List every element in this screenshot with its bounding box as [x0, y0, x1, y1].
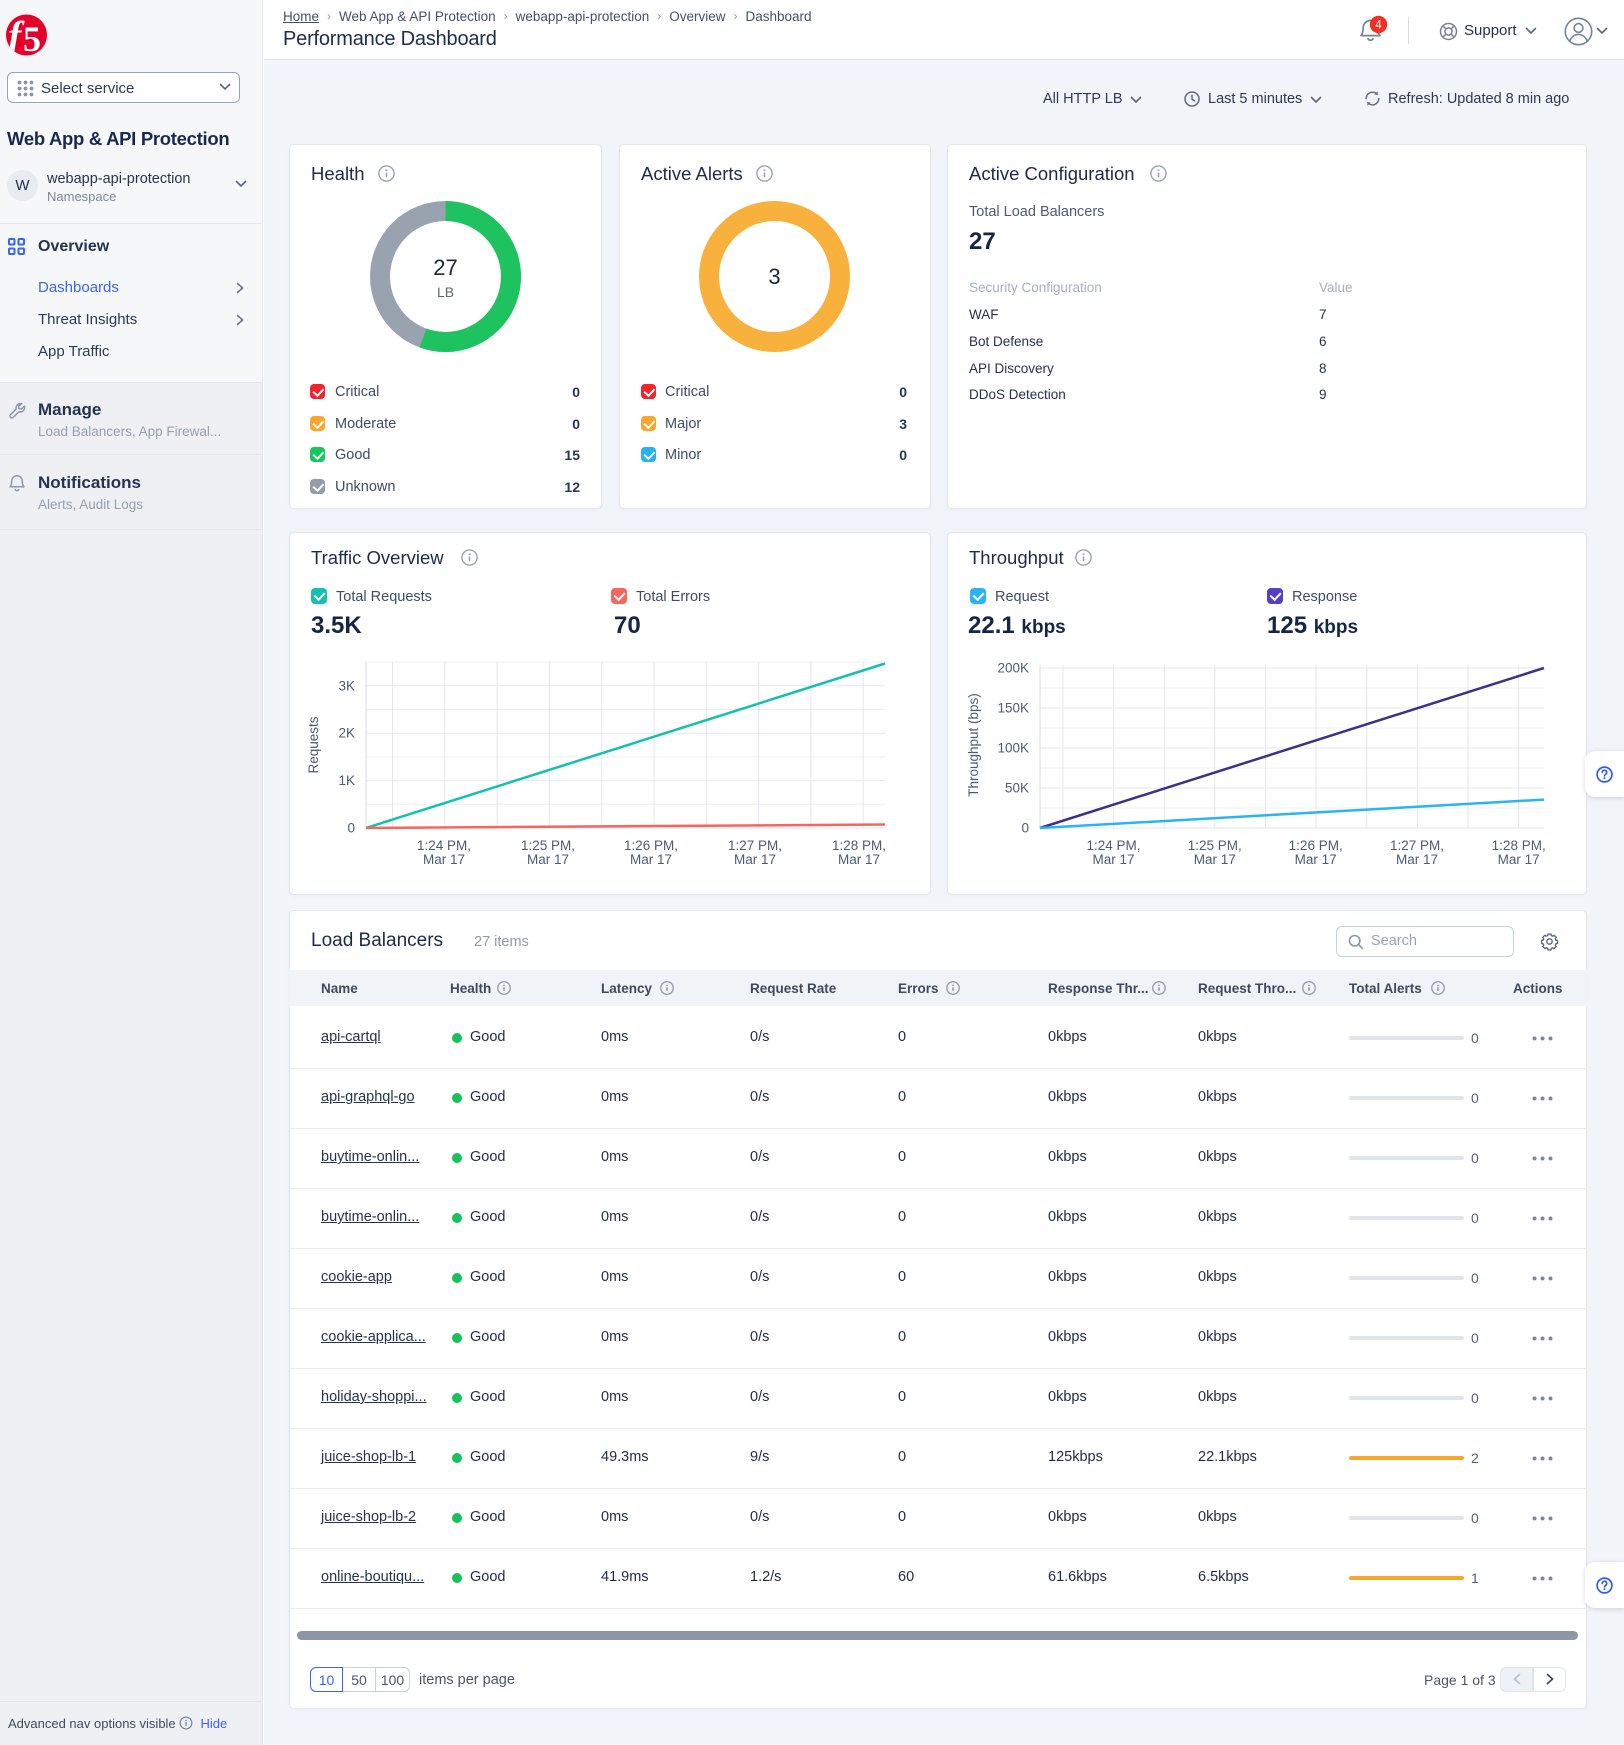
svg-text:100K: 100K	[997, 741, 1029, 756]
svg-text:2K: 2K	[338, 726, 355, 741]
svg-text:1:25 PM,: 1:25 PM,	[521, 838, 575, 853]
svg-text:0: 0	[1021, 821, 1029, 836]
svg-text:150K: 150K	[997, 701, 1029, 716]
svg-text:1:27 PM,: 1:27 PM,	[728, 838, 782, 853]
svg-text:Mar 17: Mar 17	[630, 852, 672, 867]
svg-text:Mar 17: Mar 17	[734, 852, 776, 867]
svg-text:1:26 PM,: 1:26 PM,	[624, 838, 678, 853]
svg-text:50K: 50K	[1005, 781, 1029, 796]
svg-text:1K: 1K	[338, 773, 355, 788]
svg-text:Mar 17: Mar 17	[527, 852, 569, 867]
svg-text:200K: 200K	[997, 661, 1029, 676]
svg-text:Mar 17: Mar 17	[1396, 852, 1438, 867]
svg-text:1:28 PM,: 1:28 PM,	[1492, 838, 1546, 853]
svg-text:1:25 PM,: 1:25 PM,	[1188, 838, 1242, 853]
svg-text:1:24 PM,: 1:24 PM,	[417, 838, 471, 853]
svg-text:Mar 17: Mar 17	[423, 852, 465, 867]
svg-text:Mar 17: Mar 17	[838, 852, 880, 867]
svg-text:Requests: Requests	[306, 716, 321, 773]
svg-text:3: 3	[768, 264, 780, 289]
svg-text:1:27 PM,: 1:27 PM,	[1390, 838, 1444, 853]
svg-text:Mar 17: Mar 17	[1092, 852, 1134, 867]
svg-text:Mar 17: Mar 17	[1295, 852, 1337, 867]
svg-text:5: 5	[23, 19, 41, 59]
svg-text:Mar 17: Mar 17	[1498, 852, 1540, 867]
svg-text:0: 0	[347, 821, 355, 836]
svg-text:27: 27	[433, 255, 457, 280]
svg-text:1:26 PM,: 1:26 PM,	[1289, 838, 1343, 853]
svg-text:4: 4	[1375, 20, 1382, 32]
svg-text:1:28 PM,: 1:28 PM,	[832, 838, 886, 853]
svg-text:LB: LB	[437, 284, 454, 300]
svg-text:Throughput (bps): Throughput (bps)	[966, 693, 981, 797]
svg-text:3K: 3K	[338, 678, 355, 693]
svg-text:Mar 17: Mar 17	[1194, 852, 1236, 867]
svg-text:1:24 PM,: 1:24 PM,	[1086, 838, 1140, 853]
